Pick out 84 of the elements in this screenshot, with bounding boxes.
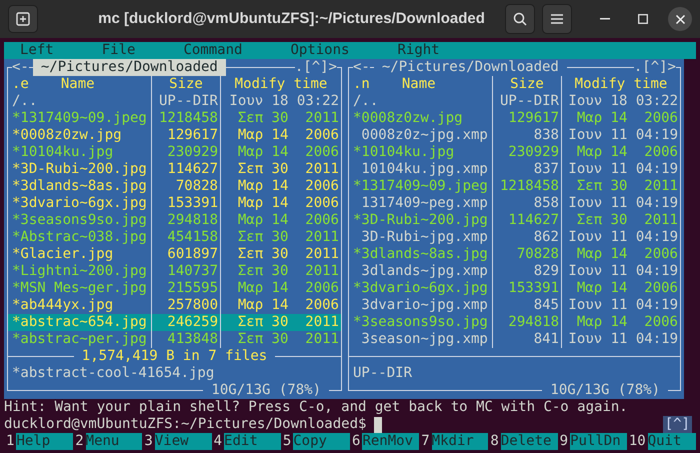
menu-item[interactable]: Right [397,42,440,59]
function-key-number: 1 [5,433,16,450]
file-row[interactable]: *abstrac~654.jpg 246259 Σεπ 30 2011 [8,314,341,331]
file-row[interactable]: *0008z0zw.jpg 129617 Μαρ 14 2006 [349,110,680,127]
function-key-button[interactable]: Copy [293,433,350,450]
function-key-number: 10 [628,433,647,450]
file-row[interactable]: *3dvario~6gx.jpg 153391 Μαρ 14 2006 [8,195,341,212]
file-row[interactable]: *0008z0zw.jpg 129617 Μαρ 14 2006 [8,127,341,144]
menu-button[interactable] [542,4,572,34]
search-button[interactable] [505,4,535,34]
shell-toggle-link[interactable]: [^] [662,416,692,433]
file-row[interactable]: *Abstrac~038.jpg 454158 Σεπ 30 2011 [8,229,341,246]
file-row[interactable]: /.. UP--DIR Ιουν 18 03:22 [349,93,680,110]
disk-usage: 10G/13G (78%) [203,382,329,399]
file-row[interactable]: 3dvario~jpg.xmp 845 Ιουν 11 04:19 [349,297,680,314]
column-header[interactable]: Size [510,76,544,92]
menu-item[interactable]: Options [290,42,350,59]
file-row[interactable]: 1317409~peg.xmp 858 Ιουν 11 04:19 [349,195,680,212]
close-icon [676,14,684,24]
function-key-button[interactable]: PullDn [570,433,627,450]
menu-item[interactable]: Command [183,42,242,59]
file-row[interactable]: *10104ku.jpg 230929 Μαρ 14 2006 [8,144,341,161]
new-tab-icon [16,12,30,26]
file-row[interactable]: *3D-Rubi~200.jpg 114627 Σεπ 30 2011 [8,161,341,178]
function-key-number: 6 [351,433,362,450]
shell-prompt: ducklord@vmUbuntuZFS:~/Pictures/Downloaded$ [4,416,366,433]
window-title: mc [ducklord@vmUbuntuZFS]:~/Pictures/Downloaded [98,8,485,29]
column-header[interactable]: Modify time [234,76,328,92]
function-key-number: 8 [489,433,500,450]
function-key-number: 7 [420,433,431,450]
hint-text: Hint: Want your plain shell? Press C-o, and get back to MC with C-o again. [4,399,628,415]
file-row[interactable]: *3dlands~8as.jpg 70828 Μαρ 14 2006 [349,246,680,263]
function-key-number: 2 [74,433,85,450]
text-cursor [374,416,382,432]
function-key-button[interactable]: Delete [500,433,558,450]
file-row[interactable]: *1317409~09.jpeg 1218458 Σεπ 30 2011 [349,178,680,195]
file-row[interactable]: *3dlands~8as.jpg 70828 Μαρ 14 2006 [8,178,341,195]
file-row[interactable]: *3seasons9so.jpg 294818 Μαρ 14 2006 [349,314,680,331]
maximize-icon [638,14,648,24]
file-row[interactable]: 10104ku.jpg.xmp 837 Ιουν 11 04:19 [349,161,680,178]
close-button[interactable] [668,7,692,31]
function-key-button[interactable]: Edit [224,433,281,450]
file-row[interactable]: 3dlands~jpg.xmp 829 Ιουν 11 04:19 [349,263,680,280]
file-row[interactable]: *Lightni~200.jpg 140737 Σεπ 30 2011 [8,263,341,280]
function-key-number: 5 [282,433,292,450]
panel-history-button[interactable]: .[^]> [294,59,337,76]
function-key-button[interactable]: RenMov [362,433,420,450]
mini-status: UP--DIR [352,365,414,382]
file-row[interactable]: *10104ku.jpg 230929 Μαρ 14 2006 [349,144,680,161]
sort-indicator[interactable]: .n [353,76,370,93]
file-row[interactable]: *Glacier.jpg 601897 Σεπ 30 2011 [8,246,341,263]
function-key-button[interactable]: View [154,433,212,450]
file-row[interactable]: *MSN Mes~ger.jpg 215595 Μαρ 14 2006 [8,280,341,297]
column-header[interactable]: Modify time [574,76,668,92]
file-row[interactable]: *3D-Rubi~200.jpg 114627 Σεπ 30 2011 [349,212,680,229]
column-header[interactable]: Size [169,76,203,92]
column-header[interactable]: Name [402,76,436,93]
function-key-button[interactable]: Help [16,433,74,450]
function-key-button[interactable]: Quit [648,433,696,450]
disk-usage: 10G/13G (78%) [542,382,668,399]
file-row[interactable]: 3D-Rubi~jpg.xmp 862 Ιουν 11 04:19 [349,229,680,246]
column-header[interactable]: Name [60,76,95,93]
selection-totals: 1,574,419 B in 7 files [74,348,276,365]
file-row[interactable]: *3dvario~6gx.jpg 153391 Μαρ 14 2006 [349,280,680,297]
mini-status: *abstract-cool-41654.jpg [11,365,216,382]
minimize-icon [600,18,610,20]
function-key-button[interactable]: Menu [86,433,142,450]
sort-indicator[interactable]: .e [12,76,29,93]
panel-history-button[interactable]: .[^]> [634,59,676,76]
file-row[interactable]: *1317409~09.jpeg 1218458 Σεπ 30 2011 [8,110,341,127]
file-row[interactable]: /.. UP--DIR Ιουν 18 03:22 [8,93,341,110]
function-key-number: 4 [212,433,224,450]
function-key-number: 3 [143,433,154,450]
new-tab-button[interactable] [8,5,38,33]
file-row[interactable]: 0008z0z~jpg.xmp 838 Ιουν 11 04:19 [349,127,680,144]
menu-icon [551,14,563,24]
file-row[interactable]: 3season~jpg.xmp 841 Ιουν 11 04:19 [349,331,680,348]
panel-path: ~/Pictures/Downloaded [32,59,226,76]
function-key-button[interactable]: Mkdir [432,433,488,450]
menu-item[interactable]: Left [20,42,54,59]
menu-item[interactable]: File [102,42,136,59]
search-icon [513,12,527,26]
file-row[interactable]: *3seasons9so.jpg 294818 Μαρ 14 2006 [8,212,341,229]
function-key-number: 9 [558,433,570,450]
